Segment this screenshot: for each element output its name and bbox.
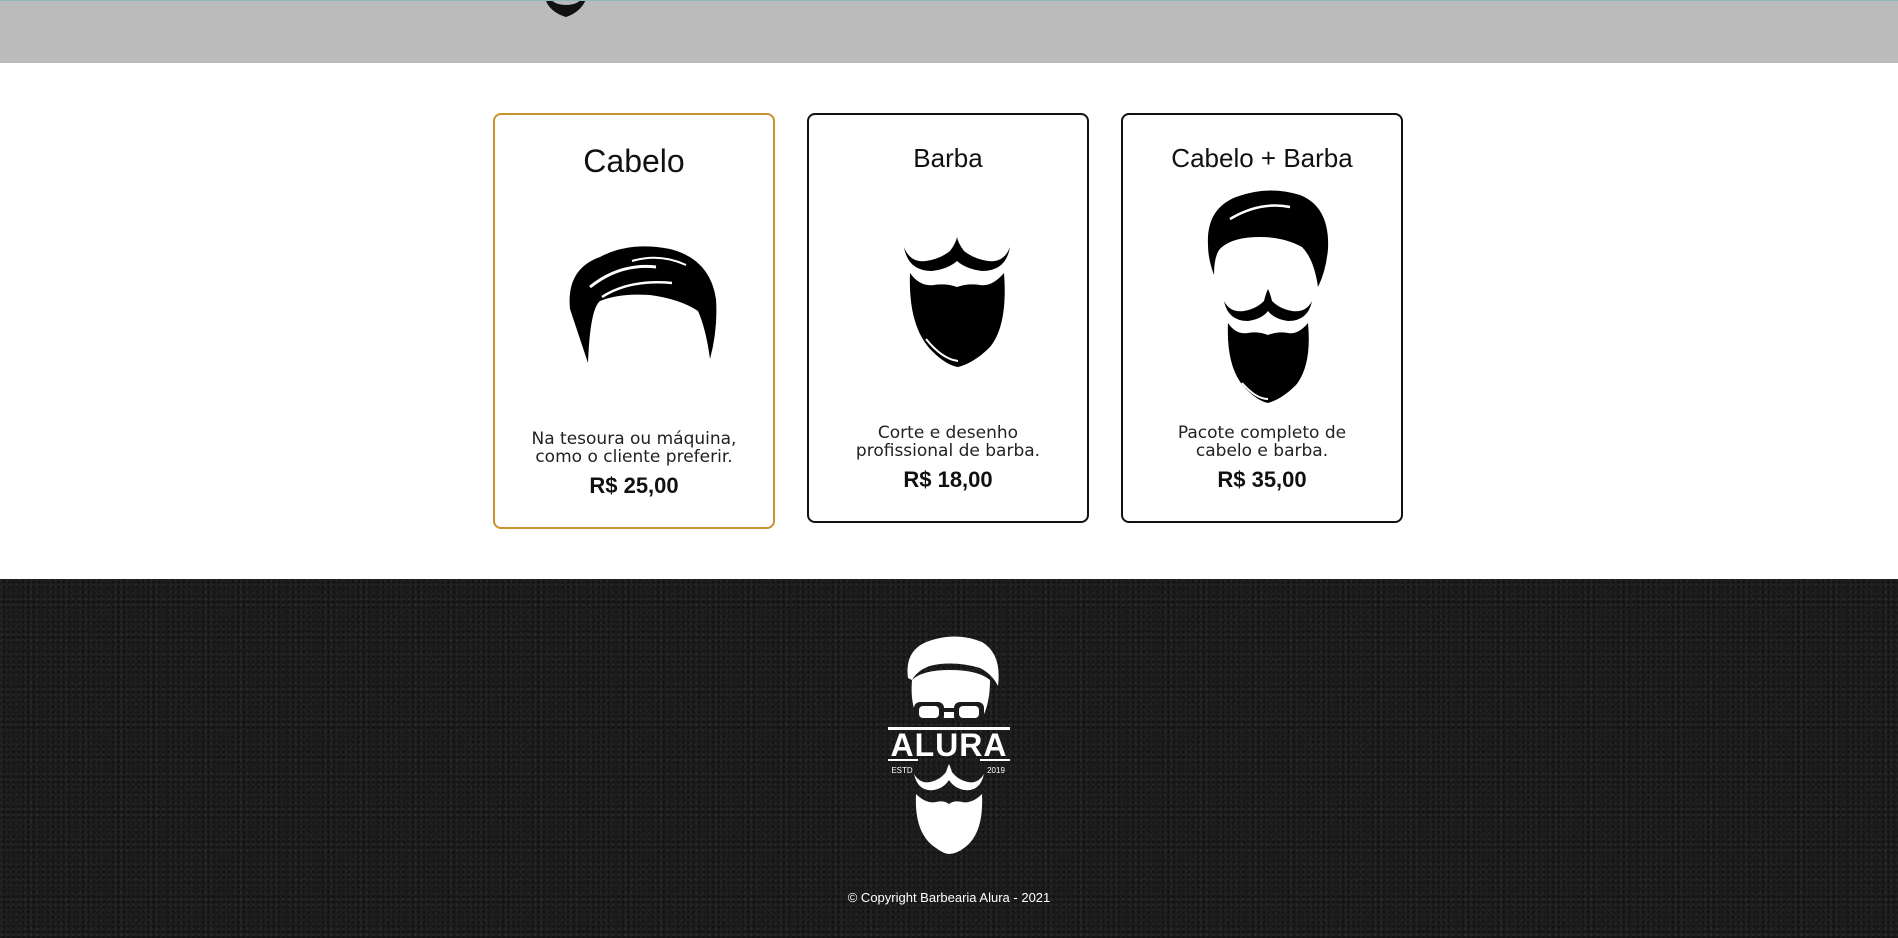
header bbox=[0, 0, 1898, 63]
header-logo-icon[interactable] bbox=[536, 0, 596, 23]
footer-year-text: 2019 bbox=[987, 766, 1005, 775]
service-title: Cabelo + Barba bbox=[1171, 143, 1353, 173]
service-price: R$ 18,00 bbox=[903, 467, 993, 492]
hair-icon bbox=[569, 246, 717, 363]
hair-and-beard-icon bbox=[1207, 190, 1329, 403]
copyright-text: © Copyright Barbearia Alura - 2021 bbox=[847, 890, 1051, 905]
service-card-barba[interactable]: Barba Corte e desenho profissional de ba… bbox=[807, 113, 1089, 523]
footer-estd-text: ESTD bbox=[891, 766, 913, 775]
service-card-cabelo[interactable]: Cabelo Na tesoura ou máquina, como o cli… bbox=[493, 113, 775, 529]
service-description: Corte e desenho profissional de barba. bbox=[855, 423, 1041, 461]
service-title: Barba bbox=[913, 143, 983, 173]
footer-logo-icon: ALURA ESTD 2019 bbox=[888, 636, 1010, 854]
service-description: Pacote completo de cabelo e barba. bbox=[1177, 423, 1347, 461]
service-price: R$ 25,00 bbox=[589, 473, 679, 498]
footer-brand-text: ALURA bbox=[891, 727, 1008, 763]
service-card-cabelo-barba[interactable]: Cabelo + Barba Pacote completo de cabelo… bbox=[1121, 113, 1403, 523]
service-description: Na tesoura ou máquina, como o cliente pr… bbox=[531, 429, 737, 467]
beard-icon bbox=[904, 237, 1010, 367]
service-price: R$ 35,00 bbox=[1217, 467, 1307, 492]
footer: ALURA ESTD 2019 © Copyright Barbearia Al… bbox=[0, 579, 1898, 938]
service-title: Cabelo bbox=[583, 143, 685, 179]
